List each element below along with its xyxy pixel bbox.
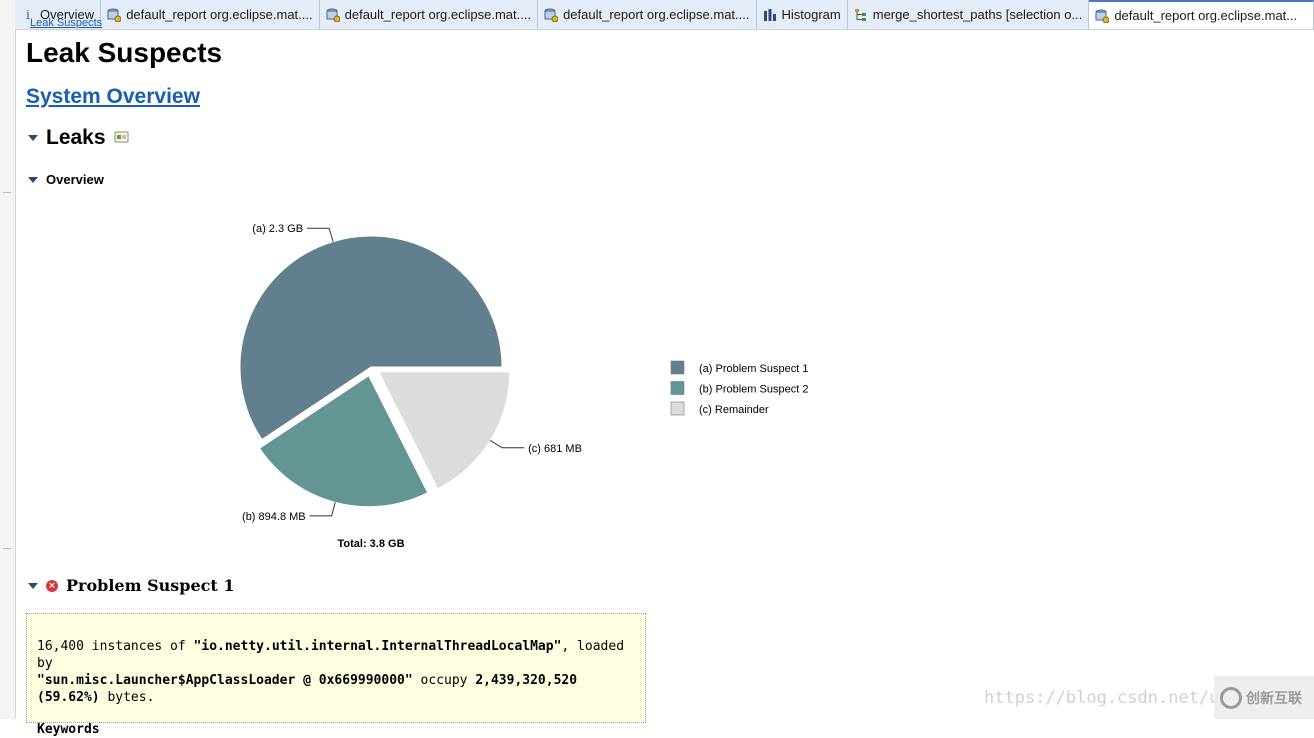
retained-bytes: 2,439,320,520 bbox=[475, 673, 578, 688]
pie-leader-line bbox=[307, 227, 334, 242]
legend-label: (a) Problem Suspect 1 bbox=[699, 363, 808, 375]
gutter-marker bbox=[3, 192, 11, 193]
class-name: "io.netty.util.internal.InternalThreadLo… bbox=[193, 639, 562, 654]
legend-swatch bbox=[670, 381, 685, 395]
collapse-triangle-icon[interactable] bbox=[28, 135, 38, 141]
text-fragment: instances of bbox=[83, 639, 194, 654]
error-icon: × bbox=[46, 579, 58, 592]
collapse-triangle-icon[interactable] bbox=[28, 176, 38, 183]
page-title: Leak Suspects bbox=[26, 37, 223, 68]
pie-slice-label: (c) 681 MB bbox=[528, 443, 582, 455]
pie-leader-line bbox=[489, 439, 525, 449]
system-overview-link[interactable]: System Overview bbox=[26, 85, 200, 109]
collapse-triangle-icon[interactable] bbox=[28, 582, 38, 589]
pie-slice-label: (b) 894.8 MB bbox=[242, 511, 306, 523]
text-fragment: occupy bbox=[412, 673, 476, 688]
description-text: 16,400 instances of "io.netty.util.inter… bbox=[37, 638, 635, 706]
brand-logo-icon bbox=[1220, 686, 1242, 709]
gutter-marker bbox=[3, 548, 11, 549]
legend-label: (b) Problem Suspect 2 bbox=[699, 384, 808, 396]
leak-pie-chart: (a) 2.3 GB (b) 894.8 MB (c) 681 MB Total: 3… bbox=[239, 223, 808, 550]
pie-slice-label: (a) 2.3 GB bbox=[252, 223, 303, 235]
leaks-section-header[interactable]: Leaks bbox=[28, 126, 130, 150]
left-gutter bbox=[0, 0, 16, 719]
watermark-url: https://blog.csdn.net/u bbox=[984, 688, 1220, 708]
watermark-brand: 创新互联 bbox=[1246, 690, 1302, 707]
report-content: Leak Suspects Leak Suspects System Overv… bbox=[26, 0, 1314, 737]
pie-leader-line bbox=[309, 502, 336, 517]
retained-percent: (59.62%) bbox=[37, 690, 100, 705]
class-loader: "sun.misc.Launcher$AppClassLoader @ 0x66… bbox=[37, 673, 413, 688]
legend-label: (c) Remainder bbox=[699, 404, 769, 416]
problem-suspect-header[interactable]: × Problem Suspect 1 bbox=[28, 576, 234, 595]
details-icon[interactable] bbox=[114, 129, 130, 148]
instance-count: 16,400 bbox=[37, 639, 84, 654]
legend-swatch bbox=[670, 401, 685, 416]
text-fragment: bytes. bbox=[99, 690, 155, 705]
pie-total-label: Total: 3.8 GB bbox=[337, 538, 404, 550]
leaks-heading: Leaks bbox=[46, 126, 106, 149]
breadcrumb-link[interactable]: Leak Suspects bbox=[30, 17, 102, 29]
keywords-heading: Keywords bbox=[37, 722, 100, 737]
overview-section-header[interactable]: Overview bbox=[28, 172, 104, 187]
legend-swatch bbox=[670, 360, 685, 375]
watermark-logo: 创新互联 bbox=[1214, 676, 1314, 719]
problem-suspect-heading: Problem Suspect 1 bbox=[66, 576, 235, 595]
overview-heading: Overview bbox=[46, 172, 104, 187]
problem-suspect-description: 16,400 instances of "io.netty.util.inter… bbox=[26, 613, 646, 737]
